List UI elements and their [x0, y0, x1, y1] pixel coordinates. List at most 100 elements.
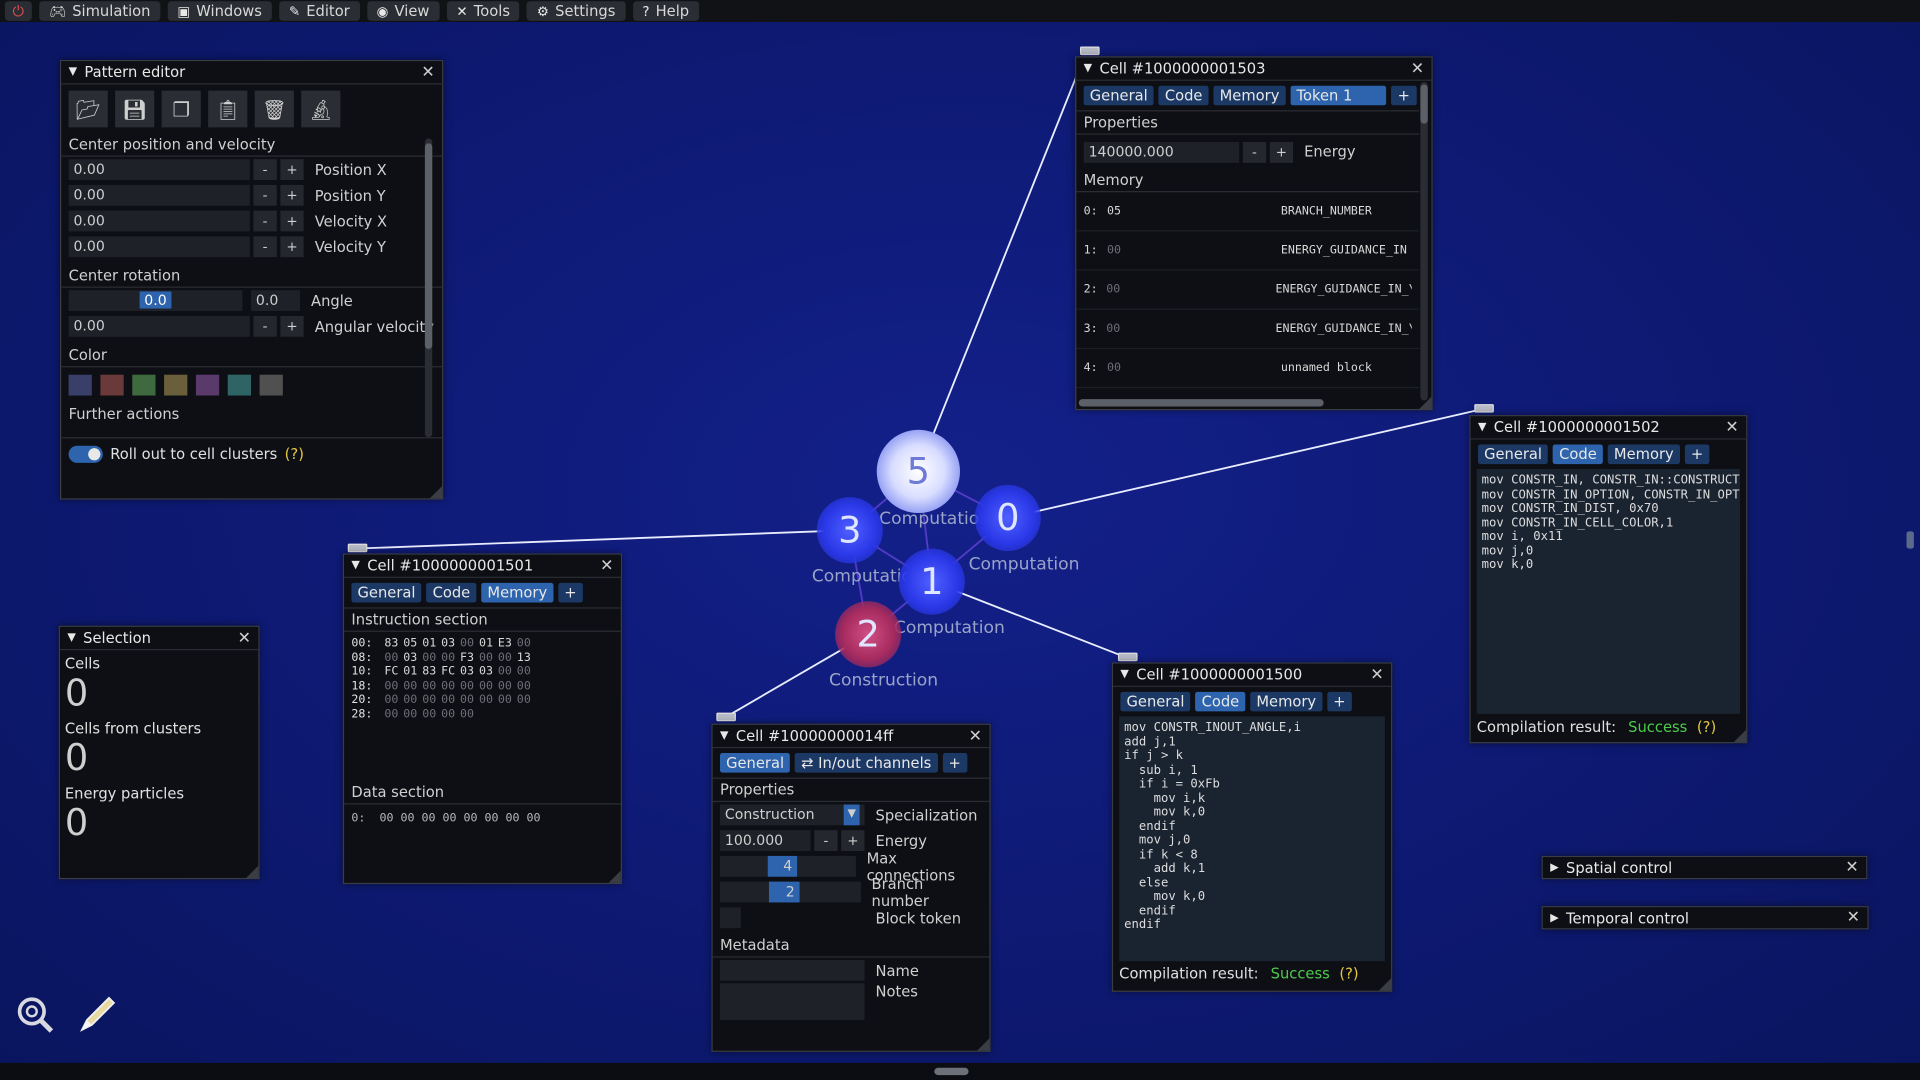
scrollbar[interactable]: [1420, 82, 1428, 401]
hex-byte[interactable]: 00: [384, 651, 398, 664]
memory-row[interactable]: 4: 00 unnamed block: [1076, 349, 1420, 389]
hex-byte[interactable]: 01: [422, 637, 436, 650]
memory-value[interactable]: 00: [1107, 361, 1281, 374]
memory-value[interactable]: 00: [1106, 283, 1275, 296]
decrement-button[interactable]: -: [253, 210, 277, 232]
color-swatch[interactable]: [227, 374, 252, 396]
hex-byte[interactable]: F3: [460, 651, 474, 664]
resize-grip[interactable]: [977, 1038, 990, 1051]
resize-grip[interactable]: [246, 865, 259, 878]
help-link[interactable]: (?): [285, 446, 304, 463]
hex-byte[interactable]: 00: [403, 707, 417, 720]
tab-general[interactable]: General: [351, 582, 422, 603]
max-connections-slider[interactable]: 4: [720, 855, 856, 877]
hex-byte[interactable]: FC: [384, 665, 398, 678]
collapse-icon[interactable]: ▼: [1120, 669, 1128, 681]
tab-memory[interactable]: Memory: [1607, 444, 1680, 465]
cell-node-0[interactable]: 0: [974, 484, 1041, 552]
color-swatch[interactable]: [164, 374, 188, 396]
window-anchor-handle[interactable]: [716, 712, 736, 722]
cell-node-2[interactable]: 2: [835, 601, 902, 668]
energy-input[interactable]: 140000.000: [1083, 141, 1240, 163]
hex-byte[interactable]: 00: [384, 693, 398, 706]
menu-view[interactable]: ◉ View: [366, 1, 440, 21]
increment-button[interactable]: +: [280, 315, 304, 337]
collapse-icon[interactable]: ▼: [720, 730, 728, 742]
hex-byte[interactable]: 00: [517, 679, 531, 692]
close-icon[interactable]: ✕: [1847, 909, 1860, 927]
collapse-icon[interactable]: ▼: [1084, 62, 1092, 74]
memory-value[interactable]: 05: [1107, 204, 1281, 217]
window-titlebar[interactable]: ▼ Pattern editor ✕: [61, 61, 443, 85]
tab-code[interactable]: Code: [426, 582, 477, 603]
cell-node-3[interactable]: 3: [816, 497, 883, 564]
increment-button[interactable]: +: [280, 159, 304, 181]
tab-add[interactable]: +: [942, 753, 967, 773]
tab-add[interactable]: +: [1391, 85, 1417, 106]
tab-memory[interactable]: Memory: [1213, 85, 1286, 106]
decrement-button[interactable]: -: [253, 315, 277, 337]
window-anchor-handle[interactable]: [1474, 404, 1494, 413]
window-titlebar[interactable]: ▼ Cell #1000000001501 ✕: [344, 554, 621, 578]
position-x-input[interactable]: 0.00: [68, 159, 250, 181]
tab-add[interactable]: +: [1327, 691, 1352, 712]
velocity-x-input[interactable]: 0.00: [68, 210, 250, 232]
color-swatch[interactable]: [100, 374, 124, 396]
simulation-viewport[interactable]: 5 Computation 0 Computation 3 Computatio…: [0, 0, 1920, 1080]
hex-byte[interactable]: 00: [498, 679, 512, 692]
scrollbar-thumb[interactable]: [1420, 84, 1428, 124]
color-swatch[interactable]: [195, 374, 220, 396]
tab-memory[interactable]: Memory: [481, 582, 554, 603]
hex-byte[interactable]: 00: [517, 693, 531, 706]
name-input[interactable]: [720, 960, 865, 981]
expand-icon[interactable]: ▶: [1550, 912, 1558, 924]
hex-byte[interactable]: FC: [441, 665, 455, 678]
branch-number-slider[interactable]: 2: [720, 881, 861, 903]
horizontal-scrollbar-thumb[interactable]: [1078, 399, 1324, 407]
collapse-icon[interactable]: ▼: [67, 632, 75, 644]
hex-byte[interactable]: 00: [517, 637, 531, 650]
close-icon[interactable]: ✕: [600, 557, 613, 575]
decrement-button[interactable]: -: [814, 830, 838, 852]
hex-byte[interactable]: 03: [479, 665, 493, 678]
menu-help[interactable]: ? Help: [632, 1, 699, 21]
hex-byte[interactable]: 00: [384, 679, 398, 692]
color-swatch[interactable]: [132, 374, 156, 396]
menu-simulation[interactable]: 🎮︎ Simulation: [39, 1, 161, 21]
window-anchor-handle[interactable]: [1117, 652, 1138, 662]
hex-byte[interactable]: 00: [498, 665, 512, 678]
help-link[interactable]: (?): [1697, 719, 1716, 736]
cell-node-1[interactable]: 1: [898, 548, 965, 615]
increment-button[interactable]: +: [841, 830, 865, 852]
zoom-inspect-button[interactable]: [12, 992, 59, 1039]
copy-button[interactable]: ❐: [161, 90, 201, 128]
hex-byte[interactable]: 00: [422, 693, 436, 706]
hex-byte[interactable]: 05: [403, 637, 417, 650]
memory-row[interactable]: 0: 05 BRANCH_NUMBER: [1076, 192, 1420, 232]
hex-byte[interactable]: 01: [479, 637, 493, 650]
hex-byte[interactable]: 00: [441, 679, 455, 692]
hex-byte[interactable]: 00: [498, 651, 512, 664]
hex-byte[interactable]: 00: [441, 693, 455, 706]
hex-byte[interactable]: 00: [460, 693, 474, 706]
resize-grip[interactable]: [1419, 396, 1432, 409]
resize-grip[interactable]: [1733, 729, 1747, 743]
tab-code[interactable]: Code: [1158, 85, 1209, 106]
color-swatch[interactable]: [259, 374, 283, 396]
hex-byte[interactable]: 03: [460, 665, 474, 678]
hex-byte[interactable]: 03: [403, 651, 417, 664]
hex-byte[interactable]: 00: [479, 679, 493, 692]
increment-button[interactable]: +: [1269, 141, 1294, 163]
memory-row[interactable]: 2: 00 ENERGY_GUIDANCE_IN_\: [1076, 271, 1420, 310]
right-edge-handle[interactable]: [1906, 531, 1914, 549]
close-icon[interactable]: ✕: [1370, 666, 1383, 684]
increment-button[interactable]: +: [280, 236, 304, 258]
paste-button[interactable]: 📋︎: [208, 90, 248, 128]
window-titlebar[interactable]: ▼ Cell #10000000014ff ✕: [712, 724, 990, 749]
close-icon[interactable]: ✕: [238, 629, 251, 647]
menu-tools[interactable]: ✕ Tools: [446, 1, 520, 21]
decrement-button[interactable]: -: [253, 159, 277, 181]
power-button[interactable]: ⏻: [4, 1, 32, 21]
resize-grip[interactable]: [608, 870, 621, 883]
hex-byte[interactable]: 01: [403, 665, 417, 678]
